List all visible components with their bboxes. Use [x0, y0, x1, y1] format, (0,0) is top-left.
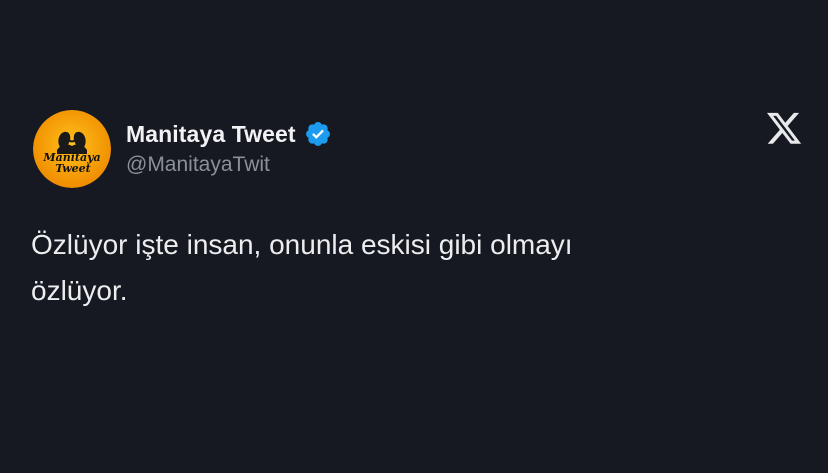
tweet-text: Özlüyor işte insan, onunla eskisi gibi o… — [31, 222, 731, 314]
verified-badge-icon — [304, 120, 332, 148]
x-logo-icon[interactable] — [765, 112, 803, 147]
author-handle[interactable]: @ManitayaTwit — [126, 153, 270, 177]
author-display-name[interactable]: Manitaya Tweet — [126, 121, 296, 148]
tweet-card: Manitaya Tweet Manitaya Tweet @ManitayaT… — [0, 0, 828, 473]
avatar[interactable]: Manitaya Tweet — [33, 110, 111, 188]
tweet-text-line-2: özlüyor. — [31, 275, 128, 306]
tweet-text-line-1: Özlüyor işte insan, onunla eskisi gibi o… — [31, 229, 573, 260]
author-name-row: Manitaya Tweet — [126, 117, 332, 151]
avatar-logo-image: Manitaya Tweet — [33, 110, 111, 188]
avatar-logo-text-line2: Tweet — [55, 162, 91, 175]
